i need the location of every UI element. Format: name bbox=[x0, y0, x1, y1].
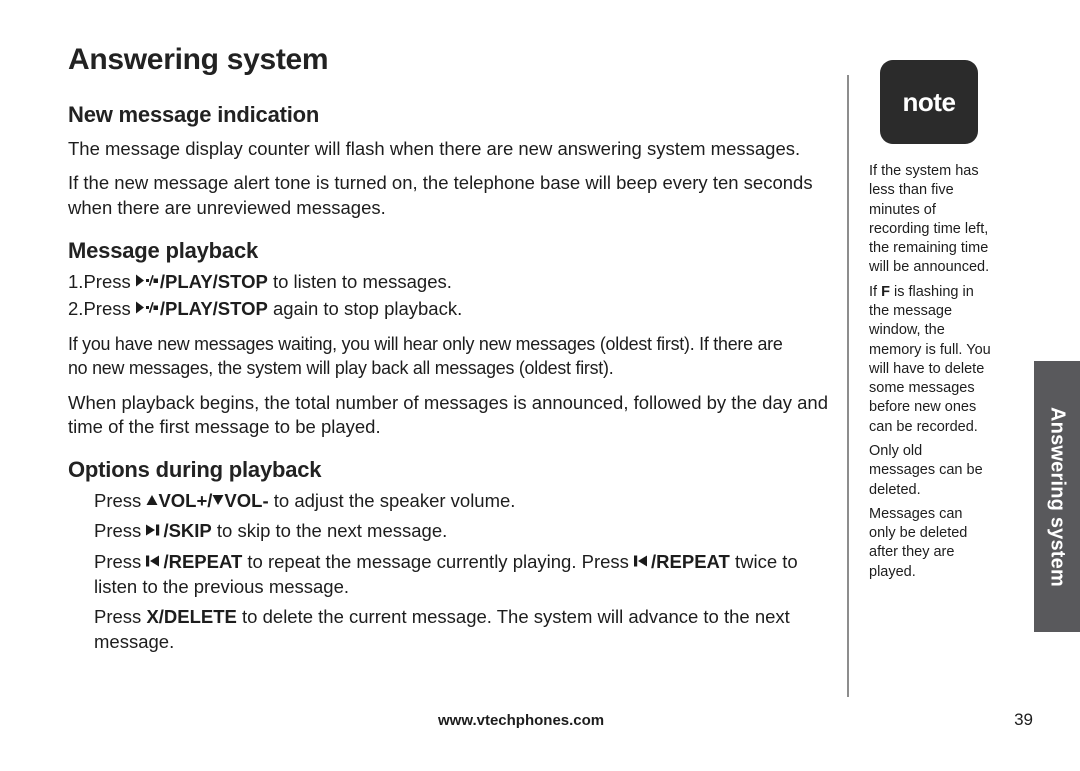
message-playback-steps: 1.Press /PLAY/STOP to listen to messages… bbox=[68, 269, 833, 322]
list-item: Press X/DELETE to delete the current mes… bbox=[94, 605, 833, 654]
memory-full-indicator: F bbox=[881, 283, 890, 300]
volume-down-triangle-icon bbox=[212, 494, 224, 506]
skip-key: /SKIP bbox=[146, 520, 212, 542]
paragraph-playback-order: If you have new messages waiting, you wi… bbox=[68, 332, 783, 379]
manual-page: Answering system New message indication … bbox=[0, 0, 1080, 771]
option-text: to skip to the next message. bbox=[211, 520, 448, 542]
note-badge: note bbox=[880, 60, 978, 144]
options-during-playback-list: Press VOL+/ VOL- to adjust the speaker vo… bbox=[68, 489, 833, 655]
list-item: Press /SKIP to skip to the next message. bbox=[94, 519, 833, 544]
list-item: 2.Press /PLAY/STOP again to stop playbac… bbox=[68, 296, 833, 322]
option-text: Press bbox=[94, 606, 147, 628]
chapter-side-tab-label: Answering system bbox=[1046, 406, 1069, 587]
play-stop-key-label: /PLAY/STOP bbox=[159, 271, 268, 293]
volume-up-triangle-icon bbox=[146, 494, 158, 506]
footer-website: www.vtechphones.com bbox=[438, 712, 605, 729]
note-post-text: is flashing in the message window, the m… bbox=[869, 283, 991, 435]
skip-label: /SKIP bbox=[163, 520, 212, 542]
page-footer: www.vtechphones.com 39 bbox=[68, 710, 1033, 730]
option-text: to repeat the message currently playing.… bbox=[242, 550, 635, 572]
footer-page-number: 39 bbox=[1014, 710, 1033, 729]
note-paragraph-recording-time: If the system has less than five minutes… bbox=[869, 163, 990, 276]
volume-up-label: VOL+/ bbox=[158, 489, 213, 511]
repeat-label: /REPEAT bbox=[163, 550, 243, 572]
note-paragraph-memory-full: If F is flashing in the message window, … bbox=[869, 283, 991, 437]
main-content-column: Answering system New message indication … bbox=[68, 44, 833, 660]
step-number: 1. bbox=[68, 271, 84, 293]
paragraph-new-message-1: The message display counter will flash w… bbox=[68, 137, 801, 159]
note-sidebar: note If the system has less than five mi… bbox=[869, 60, 991, 587]
step-number: 2. bbox=[68, 297, 84, 319]
volume-key: VOL+/ VOL- bbox=[146, 489, 269, 511]
repeat-back-icon bbox=[634, 555, 651, 567]
list-item: Press /REPEAT to repeat the message curr… bbox=[94, 550, 833, 599]
option-text: Press bbox=[94, 489, 147, 511]
column-divider bbox=[847, 75, 849, 697]
section-heading-new-message-indication: New message indication bbox=[68, 101, 320, 127]
section-heading-message-playback: Message playback bbox=[68, 238, 259, 264]
repeat-key: /REPEAT bbox=[146, 551, 242, 572]
play-stop-key: /PLAY/STOP bbox=[135, 271, 268, 293]
option-text: Press bbox=[94, 520, 147, 542]
repeat-key: /REPEAT bbox=[634, 551, 730, 572]
paragraph-new-message-2: If the new message alert tone is turned … bbox=[68, 172, 813, 218]
option-text: to adjust the speaker volume. bbox=[268, 489, 516, 511]
play-stop-icon bbox=[135, 301, 160, 314]
step-pre-text: Press bbox=[83, 271, 136, 293]
step-pre-text: Press bbox=[83, 297, 136, 319]
play-stop-key-label: /PLAY/STOP bbox=[159, 297, 268, 319]
note-paragraph-old-messages: Only old messages can be deleted. bbox=[869, 442, 983, 498]
note-paragraph-delete-after-played: Messages can only be deleted after they … bbox=[869, 505, 968, 580]
paragraph-playback-announce: When playback begins, the total number o… bbox=[68, 391, 828, 438]
note-badge-label: note bbox=[902, 86, 956, 117]
list-item: Press VOL+/ VOL- to adjust the speaker vo… bbox=[94, 489, 833, 514]
step-post-text: again to stop playback. bbox=[267, 297, 463, 319]
option-text: Press bbox=[94, 550, 147, 572]
section-heading-options-during-playback: Options during playback bbox=[68, 457, 322, 483]
repeat-label: /REPEAT bbox=[651, 550, 730, 572]
page-title: Answering system bbox=[68, 43, 329, 76]
step-post-text: to listen to messages. bbox=[267, 271, 452, 293]
delete-key: X/DELETE bbox=[146, 606, 237, 628]
play-stop-icon bbox=[135, 274, 160, 287]
repeat-back-icon bbox=[146, 555, 163, 567]
note-pre-text: If bbox=[869, 283, 882, 300]
list-item: 1.Press /PLAY/STOP to listen to messages… bbox=[68, 269, 833, 295]
skip-forward-icon bbox=[146, 524, 163, 536]
play-stop-key: /PLAY/STOP bbox=[135, 297, 268, 319]
chapter-side-tab: Answering system bbox=[1034, 361, 1080, 632]
volume-down-label: VOL- bbox=[224, 489, 269, 511]
